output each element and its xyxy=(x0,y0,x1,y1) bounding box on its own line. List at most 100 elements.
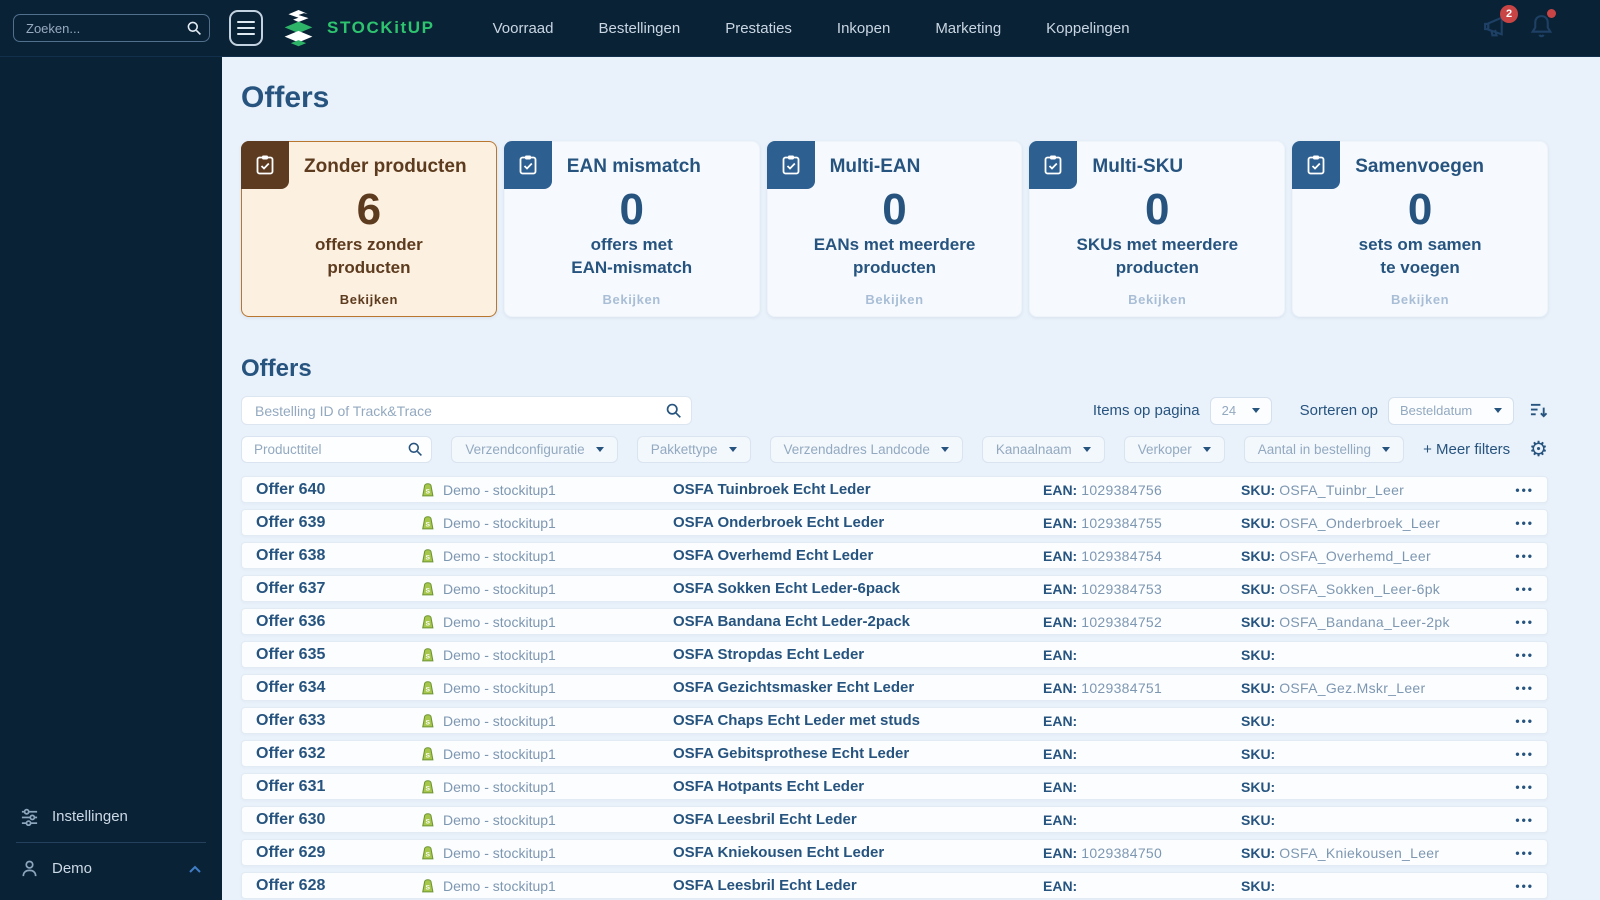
ean-label: EAN: xyxy=(1043,547,1078,564)
gear-icon[interactable]: ⚙ xyxy=(1529,439,1548,460)
card-title: Multi-SKU xyxy=(1092,156,1184,177)
filter-dropdown[interactable]: Kanaalnaam xyxy=(981,436,1105,463)
table-row[interactable]: Offer 633 S Demo - stockitup1 OSFA Chaps… xyxy=(241,707,1548,734)
row-menu-button[interactable]: ••• xyxy=(1503,483,1547,497)
product-title: OSFA Gezichtsmasker Echt Leder xyxy=(673,679,915,696)
table-row[interactable]: Offer 640 S Demo - stockitup1 OSFA Tuinb… xyxy=(241,476,1548,503)
summary-card[interactable]: Multi-SKU 0 SKUs met meerdere producten … xyxy=(1029,141,1286,317)
filter-dropdown[interactable]: Verzendadres Landcode xyxy=(769,436,963,463)
row-menu-button[interactable]: ••• xyxy=(1503,846,1547,860)
summary-card[interactable]: Samenvoegen 0 sets om samen te voegen Be… xyxy=(1292,141,1548,317)
offer-id[interactable]: Offer 629 xyxy=(256,844,421,862)
sku-label: SKU: xyxy=(1241,844,1276,861)
row-menu-button[interactable]: ••• xyxy=(1503,582,1547,596)
table-row[interactable]: Offer 638 S Demo - stockitup1 OSFA Overh… xyxy=(241,542,1548,569)
nav-item[interactable]: Prestaties xyxy=(725,20,792,37)
sidebar-item-instellingen[interactable]: Instellingen xyxy=(0,795,222,838)
product-title: OSFA Leesbril Echt Leder xyxy=(673,811,857,828)
row-menu-button[interactable]: ••• xyxy=(1503,747,1547,761)
card-view-link[interactable]: Bekijken xyxy=(1293,292,1547,307)
offer-id[interactable]: Offer 639 xyxy=(256,514,421,532)
global-search-input[interactable] xyxy=(13,14,210,42)
summary-card[interactable]: EAN mismatch 0 offers met EAN-mismatch B… xyxy=(503,141,760,317)
table-row[interactable]: Offer 635 S Demo - stockitup1 OSFA Strop… xyxy=(241,641,1548,668)
ean-label: EAN: xyxy=(1043,646,1078,663)
nav-item[interactable]: Koppelingen xyxy=(1046,20,1129,37)
offer-id[interactable]: Offer 640 xyxy=(256,481,421,499)
ean-value: 1029384756 xyxy=(1081,481,1163,498)
card-view-link[interactable]: Bekijken xyxy=(242,292,496,307)
offer-id[interactable]: Offer 631 xyxy=(256,778,421,796)
nav-item[interactable]: Bestellingen xyxy=(598,20,680,37)
sku-value: OSFA_Gez.Mskr_Leer xyxy=(1279,679,1426,696)
table-row[interactable]: Offer 639 S Demo - stockitup1 OSFA Onder… xyxy=(241,509,1548,536)
row-menu-button[interactable]: ••• xyxy=(1503,681,1547,695)
announcements-button[interactable]: 2 xyxy=(1482,4,1518,44)
card-view-link[interactable]: Bekijken xyxy=(505,292,759,307)
row-menu-button[interactable]: ••• xyxy=(1503,879,1547,893)
filter-dropdown-label: Verzendadres Landcode xyxy=(783,442,930,457)
offer-id[interactable]: Offer 636 xyxy=(256,613,421,631)
nav-item[interactable]: Voorraad xyxy=(493,20,554,37)
offer-id[interactable]: Offer 637 xyxy=(256,580,421,598)
card-view-link[interactable]: Bekijken xyxy=(768,292,1022,307)
row-menu-button[interactable]: ••• xyxy=(1503,615,1547,629)
table-row[interactable]: Offer 636 S Demo - stockitup1 OSFA Banda… xyxy=(241,608,1548,635)
row-menu-button[interactable]: ••• xyxy=(1503,516,1547,530)
svg-text:S: S xyxy=(425,719,430,726)
items-per-page-select[interactable]: 24 xyxy=(1209,396,1272,425)
sort-direction-icon[interactable] xyxy=(1529,402,1548,419)
svg-text:S: S xyxy=(425,587,430,594)
svg-text:S: S xyxy=(425,620,430,627)
sidebar-user-menu[interactable]: Demo xyxy=(0,847,222,890)
chevron-down-icon xyxy=(728,447,737,452)
table-row[interactable]: Offer 630 S Demo - stockitup1 OSFA Leesb… xyxy=(241,806,1548,833)
ean-label: EAN: xyxy=(1043,613,1078,630)
offer-id[interactable]: Offer 630 xyxy=(256,811,421,829)
row-menu-button[interactable]: ••• xyxy=(1503,648,1547,662)
order-search-input[interactable] xyxy=(241,396,692,425)
filter-dropdown[interactable]: Aantal in bestelling xyxy=(1243,436,1405,463)
sku-label: SKU: xyxy=(1241,481,1276,498)
chevron-down-icon xyxy=(595,447,604,452)
sort-label: Sorteren op xyxy=(1299,402,1378,419)
row-menu-button[interactable]: ••• xyxy=(1503,549,1547,563)
table-row[interactable]: Offer 631 S Demo - stockitup1 OSFA Hotpa… xyxy=(241,773,1548,800)
row-menu-button[interactable]: ••• xyxy=(1503,714,1547,728)
filter-dropdown[interactable]: Pakkettype xyxy=(636,436,751,463)
offer-id[interactable]: Offer 635 xyxy=(256,646,421,664)
card-view-link[interactable]: Bekijken xyxy=(1030,292,1284,307)
summary-card[interactable]: Zonder producten 6 offers zonder product… xyxy=(241,141,497,317)
ean-label: EAN: xyxy=(1043,712,1078,729)
notifications-button[interactable] xyxy=(1529,8,1556,44)
nav-item[interactable]: Inkopen xyxy=(837,20,890,37)
offer-id[interactable]: Offer 634 xyxy=(256,679,421,697)
nav-item[interactable]: Marketing xyxy=(935,20,1001,37)
table-row[interactable]: Offer 629 S Demo - stockitup1 OSFA Kniek… xyxy=(241,839,1548,866)
table-row[interactable]: Offer 628 S Demo - stockitup1 OSFA Leesb… xyxy=(241,872,1548,899)
filter-dropdown[interactable]: Verkoper xyxy=(1123,436,1225,463)
search-icon xyxy=(186,20,202,41)
svg-text:S: S xyxy=(425,785,430,792)
offer-id[interactable]: Offer 633 xyxy=(256,712,421,730)
ean-label: EAN: xyxy=(1043,844,1078,861)
filter-dropdown[interactable]: Verzendconfiguratie xyxy=(451,436,618,463)
table-row[interactable]: Offer 634 S Demo - stockitup1 OSFA Gezic… xyxy=(241,674,1548,701)
table-row[interactable]: Offer 632 S Demo - stockitup1 OSFA Gebit… xyxy=(241,740,1548,767)
product-title-input[interactable] xyxy=(241,436,433,463)
clipboard-check-icon xyxy=(766,141,815,189)
table-row[interactable]: Offer 637 S Demo - stockitup1 OSFA Sokke… xyxy=(241,575,1548,602)
row-menu-button[interactable]: ••• xyxy=(1503,780,1547,794)
offer-id[interactable]: Offer 638 xyxy=(256,547,421,565)
menu-button[interactable] xyxy=(229,10,263,46)
card-title: Zonder producten xyxy=(304,156,467,177)
offers-table: Offer 640 S Demo - stockitup1 OSFA Tuinb… xyxy=(241,476,1548,899)
offer-id[interactable]: Offer 632 xyxy=(256,745,421,763)
offer-id[interactable]: Offer 628 xyxy=(256,877,421,895)
row-menu-button[interactable]: ••• xyxy=(1503,813,1547,827)
product-title: OSFA Overhemd Echt Leder xyxy=(673,547,874,564)
brand-logo[interactable]: STOCKitUP xyxy=(280,8,435,49)
summary-card[interactable]: Multi-EAN 0 EANs met meerdere producten … xyxy=(766,141,1023,317)
sort-select[interactable]: Besteldatum xyxy=(1388,396,1514,425)
more-filters-button[interactable]: + Meer filters xyxy=(1423,441,1510,458)
